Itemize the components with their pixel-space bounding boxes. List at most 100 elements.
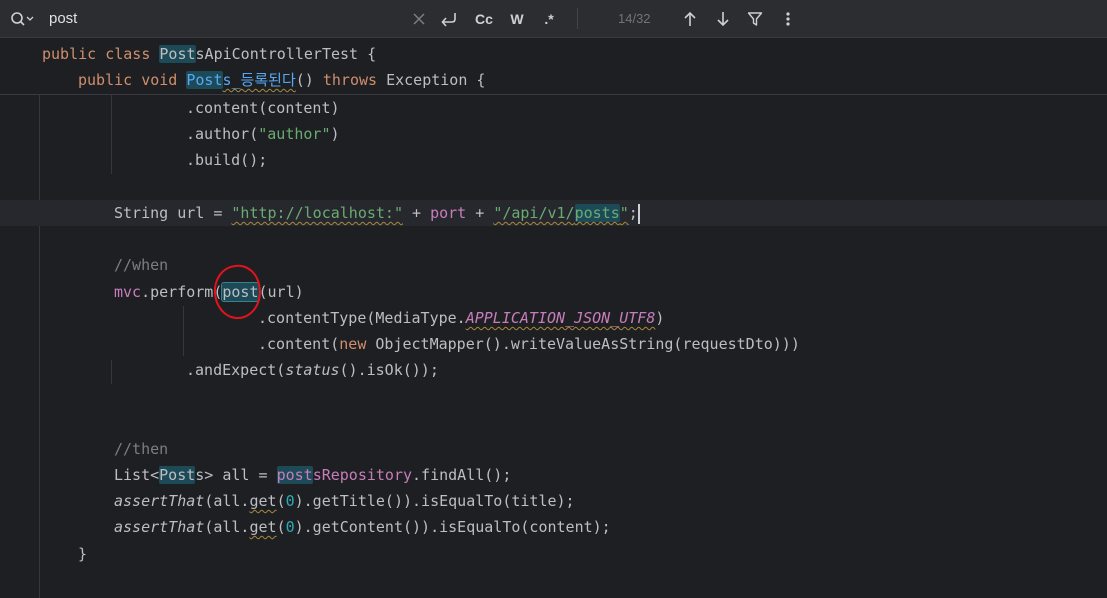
search-match: Post — [159, 466, 196, 484]
code-line[interactable]: .andExpect(status().isOk()); — [186, 357, 439, 383]
code-line-url[interactable]: String url = "http://localhost:" + port … — [114, 200, 640, 226]
constant-reference: APPLICATION_JSON_UTF8 — [465, 309, 656, 327]
clear-search-button[interactable] — [407, 0, 431, 37]
search-icon — [11, 11, 34, 26]
code-text: String url = — [114, 204, 232, 222]
search-input[interactable]: post — [49, 0, 77, 37]
code-line[interactable]: .content(content) — [186, 95, 340, 121]
search-match: post — [276, 466, 313, 484]
more-actions-button[interactable] — [776, 0, 800, 37]
indent-guide — [183, 306, 184, 356]
code-text: ).getContent()).isEqualTo(content); — [294, 518, 611, 536]
keyword: void — [141, 71, 178, 89]
keyword: throws — [322, 71, 378, 89]
code-text: ; — [628, 204, 638, 222]
string-literal: "author" — [258, 125, 331, 143]
keyword: public — [42, 45, 97, 63]
indent-guide — [111, 360, 112, 384]
field-reference: port — [430, 204, 467, 222]
code-text: .content( — [258, 335, 340, 353]
indent-guide — [111, 94, 112, 174]
string-literal: "http://localhost:" — [231, 204, 403, 222]
static-method: assertThat — [114, 518, 205, 536]
next-occurrence-button[interactable] — [711, 0, 735, 37]
find-bar-separator — [577, 8, 578, 29]
code-text: List< — [114, 466, 160, 484]
field-reference: sRepository — [312, 466, 413, 484]
number-literal: 0 — [285, 492, 295, 510]
code-text: (all. — [204, 518, 250, 536]
previous-occurrence-button[interactable] — [678, 0, 702, 37]
code-text: ObjectMapper().writeValueAsString(reques… — [366, 335, 800, 353]
more-icon — [786, 11, 790, 26]
regex-button[interactable]: .* — [537, 0, 561, 37]
filter-search-results-button[interactable] — [743, 0, 767, 37]
indent-guide — [39, 94, 40, 598]
search-match: Post — [159, 45, 196, 63]
static-method: status — [285, 361, 340, 379]
code-text: } — [78, 545, 88, 563]
code-line[interactable]: .content(new ObjectMapper().writeValueAs… — [258, 331, 800, 357]
new-line-button[interactable] — [437, 0, 461, 37]
code-text: .content(content) — [186, 99, 340, 117]
code-text: .findAll(); — [412, 466, 512, 484]
comment: //then — [114, 440, 169, 458]
code-text: .contentType(MediaType. — [258, 309, 466, 327]
class-name-rest: sApiControllerTest { — [195, 45, 377, 63]
code-text: ( — [276, 518, 286, 536]
comment: //when — [114, 256, 169, 274]
method-name-rest: s_등록된다 — [222, 71, 296, 89]
code-text: ().isOk()); — [339, 361, 439, 379]
code-text: .build(); — [186, 151, 268, 169]
keyword: new — [339, 335, 367, 353]
code-line-comment[interactable]: //then — [114, 436, 168, 462]
code-text: ) — [655, 309, 665, 327]
method-call: get — [249, 518, 277, 536]
search-history-button[interactable] — [10, 0, 40, 37]
code-text: (url) — [258, 283, 304, 301]
keyword: class — [105, 45, 151, 63]
method-call: get — [249, 492, 277, 510]
code-line[interactable]: assertThat(all.get(0).getTitle()).isEqua… — [114, 488, 575, 514]
code-text: .perform( — [141, 283, 223, 301]
code-line-class-declaration[interactable]: public class PostsApiControllerTest { — [42, 41, 376, 67]
code-text: .andExpect( — [186, 361, 286, 379]
code-text: ) — [330, 125, 340, 143]
exception-rest: Exception { — [386, 71, 486, 89]
code-text: ( — [276, 492, 286, 510]
code-line-close-brace[interactable]: } — [78, 541, 87, 567]
parens: () — [295, 71, 314, 89]
match-counter: 14/32 — [618, 11, 651, 26]
find-bar: post Cc W .* 14/32 — [0, 0, 1107, 38]
code-text: s> all = — [195, 466, 277, 484]
code-line[interactable]: .build(); — [186, 147, 267, 173]
keyword: public — [78, 71, 133, 89]
code-line[interactable]: assertThat(all.get(0).getContent()).isEq… — [114, 514, 611, 540]
words-button[interactable]: W — [505, 0, 529, 37]
static-method: assertThat — [114, 492, 205, 510]
search-match: posts — [574, 204, 620, 222]
code-line[interactable]: .contentType(MediaType.APPLICATION_JSON_… — [258, 305, 664, 331]
code-line[interactable]: .author("author") — [186, 121, 340, 147]
code-editor[interactable]: .content(content) .author("author") .bui… — [0, 38, 1107, 598]
search-match: Post — [186, 71, 223, 89]
string-literal: " — [619, 204, 629, 222]
string-literal: "/api/v1/ — [493, 204, 575, 222]
replace-toggle-icon — [441, 12, 456, 27]
code-text: ).getTitle()).isEqualTo(title); — [294, 492, 575, 510]
code-line-perform[interactable]: mvc.perform(post(url) — [114, 279, 304, 305]
match-case-button[interactable]: Cc — [472, 0, 496, 37]
text-caret — [637, 203, 640, 224]
code-text: .author( — [186, 125, 259, 143]
filter-icon — [747, 11, 763, 26]
code-text: + — [466, 204, 494, 222]
arrow-up-icon — [684, 11, 696, 26]
code-line[interactable]: List<Posts> all = postsRepository.findAl… — [114, 462, 511, 488]
number-literal: 0 — [285, 518, 295, 536]
code-text: + — [403, 204, 431, 222]
code-line-method-declaration[interactable]: public void Posts_등록된다() throws Exceptio… — [78, 67, 485, 93]
code-text: (all. — [204, 492, 250, 510]
clear-icon — [413, 12, 425, 25]
code-line-comment[interactable]: //when — [114, 252, 168, 278]
sticky-scroll-header: public class PostsApiControllerTest { pu… — [0, 38, 1107, 95]
